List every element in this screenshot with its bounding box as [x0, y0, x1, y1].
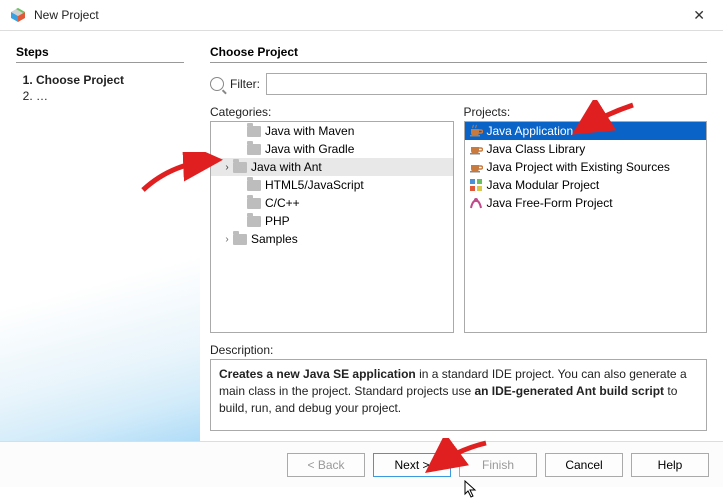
category-label: Java with Ant	[251, 160, 322, 174]
category-label: Java with Gradle	[265, 142, 354, 156]
category-item[interactable]: Java with Gradle	[211, 140, 453, 158]
chevron-right-icon: ›	[221, 162, 233, 173]
back-button: < Back	[287, 453, 365, 477]
project-label: Java Class Library	[487, 142, 586, 156]
project-label: Java Free-Form Project	[487, 196, 613, 210]
choose-panel: Choose Project Filter: Categories: Java …	[200, 31, 723, 441]
projects-box[interactable]: Java Application Java Class Library Java…	[464, 121, 708, 333]
project-item[interactable]: Java Project with Existing Sources	[465, 158, 707, 176]
choose-heading: Choose Project	[210, 45, 707, 63]
categories-column: Categories: Java with Maven Java with Gr…	[210, 105, 454, 333]
titlebar: New Project ✕	[0, 0, 723, 30]
help-button[interactable]: Help	[631, 453, 709, 477]
projects-column: Projects: Java Application Java Class Li…	[464, 105, 708, 333]
category-item[interactable]: Java with Maven	[211, 122, 453, 140]
freeform-icon	[469, 196, 483, 210]
filter-row: Filter:	[210, 73, 707, 95]
finish-button: Finish	[459, 453, 537, 477]
coffee-icon	[469, 124, 483, 138]
categories-label: Categories:	[210, 105, 454, 119]
category-label: PHP	[265, 214, 290, 228]
steps-list: Choose Project …	[16, 73, 184, 103]
categories-box[interactable]: Java with Maven Java with Gradle › Java …	[210, 121, 454, 333]
category-item[interactable]: PHP	[211, 212, 453, 230]
app-logo-icon	[10, 7, 26, 23]
module-icon	[469, 178, 483, 192]
steps-panel: Steps Choose Project …	[0, 31, 200, 441]
category-item[interactable]: › Java with Ant	[211, 158, 453, 176]
chevron-right-icon: ›	[221, 234, 233, 245]
project-label: Java Modular Project	[487, 178, 600, 192]
project-label: Java Project with Existing Sources	[487, 160, 670, 174]
folder-icon	[247, 216, 261, 227]
folder-icon	[233, 162, 247, 173]
folder-icon	[233, 234, 247, 245]
description-box: Creates a new Java SE application in a s…	[210, 359, 707, 431]
next-button[interactable]: Next >	[373, 453, 451, 477]
project-item[interactable]: Java Class Library	[465, 140, 707, 158]
close-icon[interactable]: ✕	[685, 3, 713, 28]
coffee-icon	[469, 142, 483, 156]
filter-input[interactable]	[266, 73, 707, 95]
category-label: Java with Maven	[265, 124, 354, 138]
project-item[interactable]: Java Free-Form Project	[465, 194, 707, 212]
category-item[interactable]: C/C++	[211, 194, 453, 212]
folder-icon	[247, 126, 261, 137]
project-label: Java Application	[487, 124, 574, 138]
button-bar: < Back Next > Finish Cancel Help	[0, 441, 723, 487]
project-item[interactable]: Java Application	[465, 122, 707, 140]
steps-heading: Steps	[16, 45, 184, 63]
description-label: Description:	[210, 343, 707, 357]
project-item[interactable]: Java Modular Project	[465, 176, 707, 194]
category-item[interactable]: HTML5/JavaScript	[211, 176, 453, 194]
step-item: …	[36, 89, 184, 103]
category-label: Samples	[251, 232, 298, 246]
projects-label: Projects:	[464, 105, 708, 119]
category-label: HTML5/JavaScript	[265, 178, 364, 192]
description-bold-1: Creates a new Java SE application	[219, 367, 416, 381]
description-bold-2: an IDE-generated Ant build script	[474, 384, 664, 398]
coffee-icon	[469, 160, 483, 174]
window-title: New Project	[34, 8, 685, 22]
filter-label: Filter:	[230, 77, 260, 91]
folder-icon	[247, 144, 261, 155]
cancel-button[interactable]: Cancel	[545, 453, 623, 477]
folder-icon	[247, 180, 261, 191]
category-label: C/C++	[265, 196, 300, 210]
category-item[interactable]: › Samples	[211, 230, 453, 248]
search-icon	[210, 77, 224, 91]
folder-icon	[247, 198, 261, 209]
step-item: Choose Project	[36, 73, 184, 87]
